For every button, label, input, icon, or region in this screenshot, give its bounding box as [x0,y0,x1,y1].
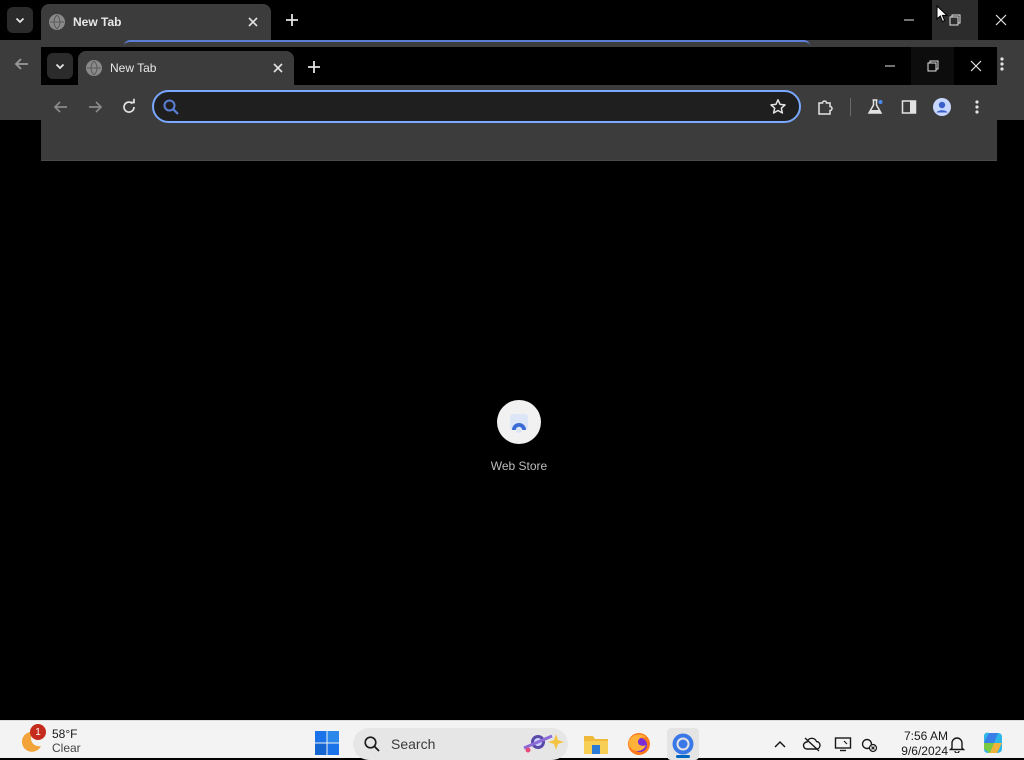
monitor-icon [834,737,852,752]
start-button[interactable] [314,730,340,756]
minimize-icon [884,65,895,67]
inner-restore-button[interactable] [911,47,954,85]
inner-tab-title: New Tab [110,61,157,75]
arrow-left-icon [14,58,28,70]
close-tab-icon[interactable] [270,60,286,76]
forward-button[interactable] [84,96,106,118]
chevron-down-icon [15,17,25,24]
chevron-down-icon [55,63,65,70]
windows-logo-icon [315,731,339,755]
arrow-left-icon [53,101,67,113]
weather-text: 58°F Clear [52,727,81,755]
star-icon [770,99,786,114]
bookmark-star-button[interactable] [767,96,789,118]
taskbar-search-label: Search [391,736,436,752]
address-bar[interactable] [152,90,801,123]
outer-back-button[interactable] [12,54,32,74]
search-icon [364,736,380,752]
folder-icon [584,736,608,754]
weather-condition: Clear [52,741,81,755]
shortcut-label: Web Store [490,459,548,473]
inner-minimize-button[interactable] [868,47,911,85]
taskbar-firefox[interactable] [623,728,655,760]
tray-network[interactable] [858,734,880,754]
arrow-right-icon [89,101,103,113]
chrome-icon [672,733,694,755]
close-tab-icon[interactable] [245,14,261,30]
side-panel-button[interactable] [898,96,920,118]
network-icon [861,738,878,753]
extensions-button[interactable] [814,96,836,118]
more-vertical-icon [975,100,979,114]
chevron-up-icon [774,740,786,748]
notification-badge: 1 [30,724,46,740]
profile-button[interactable] [931,96,953,118]
chrome-labs-button[interactable] [864,96,886,118]
outer-omnibox-edge [124,40,810,46]
flask-icon [867,99,883,114]
inner-close-button[interactable] [954,47,997,85]
avatar-icon [933,98,951,116]
clock-time: 7:56 AM [903,729,948,743]
copilot-button[interactable] [980,730,1006,756]
moon-icon: 1 [18,724,46,754]
restore-icon [949,14,961,26]
plus-icon [308,61,320,73]
tray-display[interactable] [832,734,854,754]
reload-icon [123,98,135,113]
reload-button[interactable] [118,96,140,118]
system-clock[interactable]: 7:56 AM 9/6/2024 [886,728,948,760]
taskbar-file-explorer[interactable] [580,728,612,760]
search-highlight-icon [518,730,566,756]
tray-onedrive[interactable] [801,734,823,754]
globe-icon [86,60,102,76]
weather-temperature: 58°F [52,727,78,741]
outer-tab-search-button[interactable] [7,7,33,33]
inner-new-tab-button[interactable] [304,57,324,77]
firefox-icon [628,733,650,755]
address-input[interactable] [188,94,799,119]
inner-tab-new-tab[interactable]: New Tab [78,51,294,85]
outer-new-tab-button[interactable] [282,10,302,30]
minimize-icon [904,19,914,21]
bell-icon [949,737,965,753]
outer-tab-new-tab[interactable]: New Tab [41,4,271,40]
close-icon [970,60,981,72]
plus-icon [286,14,298,26]
puzzle-icon [818,100,833,115]
weather-widget[interactable]: 1 58°F Clear [18,724,128,758]
outer-minimize-button[interactable] [886,0,932,40]
globe-icon [49,14,65,30]
show-hidden-icons-button[interactable] [769,734,791,754]
notifications-button[interactable] [946,734,968,754]
cloud-offline-icon [802,737,821,752]
copilot-icon [984,732,1002,753]
shortcut-web-store[interactable]: Web Store [484,400,554,480]
back-button[interactable] [50,96,72,118]
menu-button[interactable] [966,96,988,118]
toolbar-separator [850,98,851,116]
web-store-icon [497,400,541,444]
clock-date: 9/6/2024 [901,744,948,758]
inner-tab-search-button[interactable] [47,53,73,79]
bookmarks-bar [41,128,997,161]
mouse-cursor-icon [936,5,948,23]
outer-tab-title: New Tab [73,15,122,29]
close-icon [995,14,1007,26]
side-panel-icon [901,100,917,114]
restore-icon [927,60,938,72]
outer-close-button[interactable] [978,0,1024,40]
search-icon [163,99,179,115]
